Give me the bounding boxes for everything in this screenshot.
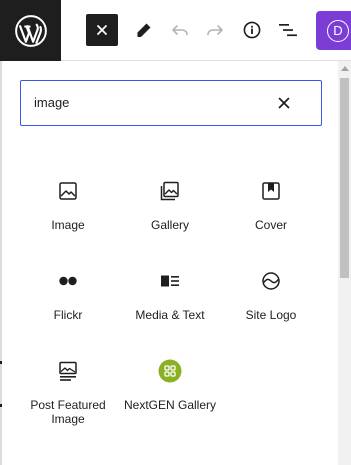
block-item-cover[interactable]: Cover — [220, 179, 322, 232]
media-text-icon — [158, 269, 182, 293]
redo-icon — [207, 25, 223, 36]
avatar-letter: D — [333, 23, 343, 38]
block-item-flickr[interactable]: Flickr — [17, 269, 119, 322]
block-item-site-logo[interactable]: Site Logo — [220, 269, 322, 322]
wordpress-logo-button[interactable] — [0, 0, 61, 61]
nextgen-gallery-icon — [158, 359, 182, 383]
redo-button[interactable] — [199, 14, 231, 46]
block-item-media-text[interactable]: Media & Text — [119, 269, 221, 322]
list-view-button[interactable] — [272, 14, 304, 46]
panel-scrollbar[interactable] — [338, 61, 351, 465]
scroll-up-arrow-icon[interactable] — [341, 66, 349, 71]
undo-icon — [172, 25, 188, 36]
block-item-post-featured-image[interactable]: Post Featured Image — [17, 359, 119, 426]
list-view-icon — [279, 24, 297, 37]
jetpack-avatar-button[interactable]: D — [316, 11, 351, 50]
details-button[interactable] — [236, 14, 268, 46]
block-item-image[interactable]: Image — [17, 179, 119, 232]
post-featured-image-icon — [56, 359, 80, 383]
block-item-label: Cover — [254, 218, 287, 232]
image-icon — [56, 179, 80, 203]
block-item-label: NextGEN Gallery — [123, 398, 217, 412]
flickr-icon — [56, 269, 80, 293]
clear-search-button[interactable] — [273, 92, 295, 114]
block-item-nextgen-gallery[interactable]: NextGEN Gallery — [119, 359, 221, 412]
avatar: D — [327, 19, 349, 42]
block-item-gallery[interactable]: Gallery — [119, 179, 221, 232]
wordpress-logo-icon — [14, 14, 47, 47]
block-inserter-panel: Image Gallery Cover — [2, 61, 338, 465]
block-item-label: Gallery — [150, 218, 189, 232]
close-inserter-button[interactable] — [86, 14, 118, 46]
block-search-input[interactable] — [34, 81, 264, 124]
close-icon — [97, 25, 107, 35]
site-logo-icon — [259, 269, 283, 293]
block-item-label: Site Logo — [245, 308, 297, 322]
block-item-label: Media & Text — [135, 308, 205, 322]
cover-icon — [259, 179, 283, 203]
tools-edit-button[interactable] — [128, 14, 160, 46]
block-item-label: Image — [51, 218, 85, 232]
block-item-label: Flickr — [53, 308, 83, 322]
close-icon — [278, 97, 290, 109]
pencil-icon — [137, 23, 151, 37]
info-icon — [243, 21, 261, 39]
block-search-box — [20, 80, 322, 126]
scrollbar-thumb[interactable] — [340, 78, 349, 278]
undo-button[interactable] — [164, 14, 196, 46]
block-item-label: Post Featured Image — [30, 398, 106, 426]
gallery-icon — [158, 179, 182, 203]
editor-toolbar: D — [0, 0, 351, 61]
